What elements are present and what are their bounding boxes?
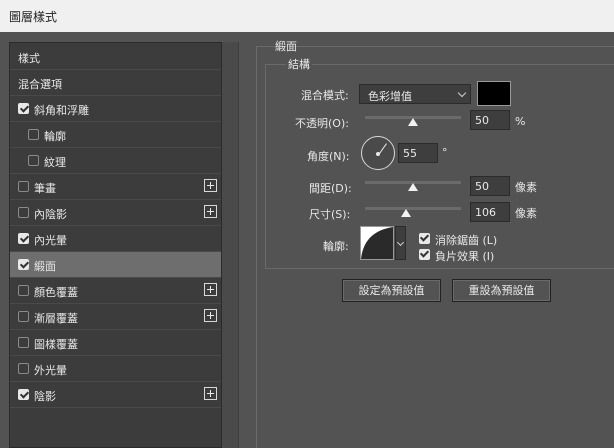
contour-curve-icon [361, 227, 393, 259]
angle-center [376, 152, 380, 156]
angle-input[interactable]: 55 [398, 143, 438, 163]
style-item-label: 外光暈 [34, 364, 67, 377]
size-unit: 像素 [515, 207, 537, 220]
blend-mode-value: 色彩增值 [368, 90, 412, 103]
window-title: 圖層樣式 [9, 10, 58, 24]
add-icon[interactable] [204, 387, 217, 400]
style-item[interactable]: 筆畫 [10, 174, 221, 200]
style-list: 樣式混合選項斜角和浮雕輪廓紋理筆畫內陰影內光暈緞面顏色覆蓋漸層覆蓋圖樣覆蓋外光暈… [9, 42, 222, 448]
opacity-input[interactable]: 50 [470, 110, 510, 130]
style-item[interactable]: 內陰影 [10, 200, 221, 226]
style-item-label: 圖樣覆蓋 [34, 338, 78, 351]
angle-unit: ° [442, 146, 448, 159]
style-item[interactable]: 樣式 [10, 44, 221, 70]
contour-label: 輪廓: [323, 240, 349, 253]
style-item-label: 內光暈 [34, 234, 67, 247]
size-slider-track[interactable] [365, 207, 461, 210]
distance-slider-thumb[interactable] [408, 183, 418, 191]
style-item-label: 筆畫 [34, 182, 56, 195]
style-item[interactable]: 混合選項 [10, 70, 221, 96]
opacity-value: 50 [475, 114, 489, 127]
style-item[interactable]: 內光暈 [10, 226, 221, 252]
angle-dial[interactable] [361, 136, 395, 170]
style-item-label: 緞面 [34, 260, 56, 273]
reset-default-button[interactable]: 重設為預設值 [452, 279, 551, 302]
structure-title: 結構 [286, 56, 312, 72]
contour-preview[interactable] [360, 226, 394, 260]
style-item-checkbox[interactable] [18, 389, 29, 400]
distance-value: 50 [475, 180, 489, 193]
style-item-label: 紋理 [44, 156, 66, 169]
style-item-label: 樣式 [18, 52, 40, 65]
style-item[interactable]: 緞面 [10, 252, 221, 278]
section-title: 緞面 [275, 40, 297, 53]
distance-label: 間距(D): [309, 182, 352, 195]
invert-label: 負片效果 (I) [435, 250, 495, 263]
style-item-checkbox[interactable] [18, 103, 29, 114]
angle-value: 55 [403, 147, 417, 160]
style-item[interactable]: 圖樣覆蓋 [10, 330, 221, 356]
distance-unit: 像素 [515, 181, 537, 194]
style-item-label: 內陰影 [34, 208, 67, 221]
style-item-label: 斜角和浮雕 [34, 104, 89, 117]
style-item-label: 混合選項 [18, 78, 62, 91]
style-item[interactable]: 輪廓 [10, 122, 221, 148]
style-item-checkbox[interactable] [18, 337, 29, 348]
add-icon[interactable] [204, 205, 217, 218]
size-label: 尺寸(S): [309, 208, 351, 221]
size-input[interactable]: 106 [470, 202, 510, 222]
style-item-checkbox[interactable] [18, 285, 29, 296]
style-item[interactable]: 漸層覆蓋 [10, 304, 221, 330]
set-default-button[interactable]: 設定為預設值 [342, 279, 441, 302]
style-item-checkbox[interactable] [28, 129, 39, 140]
distance-input[interactable]: 50 [470, 176, 510, 196]
add-icon[interactable] [204, 309, 217, 322]
style-item-checkbox[interactable] [28, 155, 39, 166]
style-item-checkbox[interactable] [18, 259, 29, 270]
style-item-checkbox[interactable] [18, 233, 29, 244]
style-item-label: 顏色覆蓋 [34, 286, 78, 299]
window-titlebar: 圖層樣式 [0, 0, 614, 32]
style-item-label: 輪廓 [44, 130, 66, 143]
color-swatch[interactable] [477, 81, 511, 106]
add-icon[interactable] [204, 179, 217, 192]
opacity-slider-thumb[interactable] [408, 118, 418, 126]
chevron-down-icon [396, 238, 405, 247]
style-item-checkbox[interactable] [18, 207, 29, 218]
style-item[interactable]: 顏色覆蓋 [10, 278, 221, 304]
style-item[interactable]: 外光暈 [10, 356, 221, 382]
style-item-label: 漸層覆蓋 [34, 312, 78, 325]
invert-checkbox[interactable] [419, 249, 430, 260]
style-item[interactable]: 紋理 [10, 148, 221, 174]
add-icon[interactable] [204, 283, 217, 296]
opacity-unit: % [515, 115, 526, 128]
size-slider-thumb[interactable] [401, 209, 412, 217]
anti-alias-checkbox[interactable] [419, 233, 430, 244]
panel-divider [238, 42, 255, 448]
contour-dropdown[interactable] [395, 226, 406, 260]
blend-mode-select[interactable]: 色彩增值 [359, 84, 471, 104]
chevron-down-icon [457, 88, 467, 98]
angle-label: 角度(N): [307, 150, 350, 163]
style-item-checkbox[interactable] [18, 311, 29, 322]
style-item-label: 陰影 [34, 390, 56, 403]
style-item[interactable]: 斜角和浮雕 [10, 96, 221, 122]
anti-alias-label: 消除鋸齒 (L) [435, 234, 498, 247]
size-value: 106 [475, 206, 496, 219]
style-item-checkbox[interactable] [18, 181, 29, 192]
opacity-label: 不透明(O): [295, 117, 349, 130]
style-item[interactable]: 陰影 [10, 382, 221, 408]
blend-mode-label: 混合模式: [301, 89, 349, 102]
style-item-checkbox[interactable] [18, 363, 29, 374]
